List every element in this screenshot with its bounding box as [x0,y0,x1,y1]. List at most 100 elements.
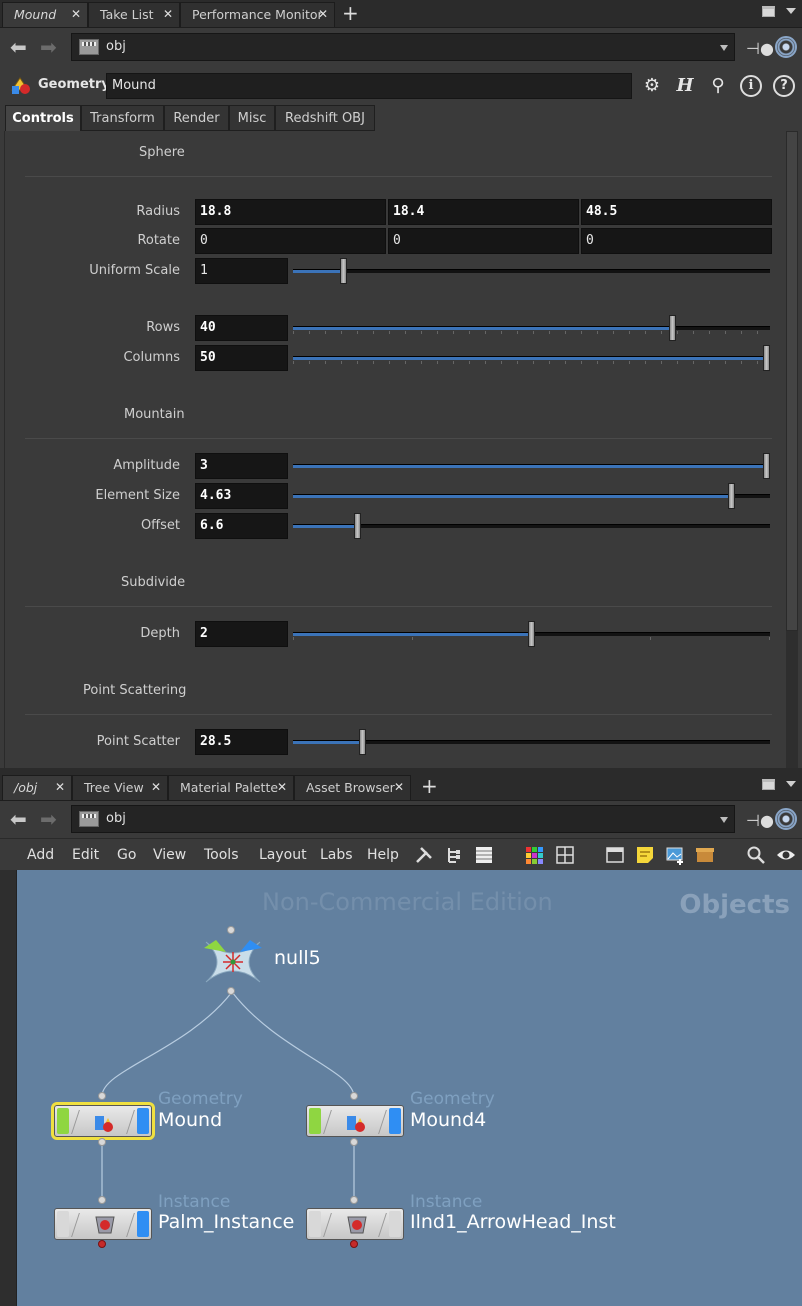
slider-handle[interactable] [728,483,735,509]
maximize-icon[interactable] [762,6,775,17]
maximize-icon[interactable] [762,779,775,790]
output-port[interactable] [350,1138,358,1146]
help-icon[interactable]: ? [773,75,795,97]
path-field[interactable]: obj [71,33,735,61]
slider-handle[interactable] [340,258,347,284]
tab-controls[interactable]: Controls [5,105,81,131]
chevron-down-icon[interactable] [720,817,728,823]
rows-slider[interactable] [293,315,770,341]
rotate-y-field[interactable]: 0 [388,228,579,254]
help-h-icon[interactable]: H [674,75,696,97]
bypass-flag[interactable] [309,1211,321,1237]
pane-menu-icon[interactable] [786,8,796,14]
amplitude-slider[interactable] [293,453,770,479]
output-port[interactable] [98,1138,106,1146]
node-label-arrowhead-inst[interactable]: Ilnd1_ArrowHead_Inst [410,1211,616,1233]
tab-asset-browser[interactable]: Asset Browser ✕ [294,775,411,800]
slider-handle[interactable] [359,729,366,755]
menu-layout[interactable]: Layout [259,847,307,863]
node-label-palm-instance[interactable]: Palm_Instance [158,1211,294,1233]
menu-edit[interactable]: Edit [72,847,99,863]
display-flag[interactable] [389,1108,401,1134]
list-icon[interactable] [474,845,494,865]
eye-icon[interactable] [776,845,796,865]
window-icon[interactable] [605,845,625,865]
tab-mound[interactable]: Mound ✕ [2,2,88,27]
close-icon[interactable]: ✕ [55,780,65,794]
rows-field[interactable]: 40 [195,315,288,341]
grid-layout-icon[interactable] [555,845,575,865]
input-port[interactable] [98,1196,106,1204]
forward-arrow-icon[interactable]: ➡ [40,37,57,57]
slider-handle[interactable] [763,453,770,479]
output-port[interactable] [350,1240,358,1248]
slider-handle[interactable] [763,345,770,371]
tab-tree-view[interactable]: Tree View ✕ [72,775,168,800]
section-subdivide[interactable]: Subdivide [121,575,185,590]
radius-z-field[interactable]: 48.5 [581,199,772,225]
back-arrow-icon[interactable]: ⬅ [10,809,27,829]
box-icon[interactable] [695,845,715,865]
node-label-mound[interactable]: Mound [158,1109,222,1131]
tab-material-palette[interactable]: Material Palette ✕ [168,775,294,800]
tab-take-list[interactable]: Take List ✕ [88,2,180,27]
chevron-down-icon[interactable] [720,45,728,51]
section-mountain[interactable]: Mountain [124,407,185,422]
tab-transform[interactable]: Transform [81,105,164,131]
image-add-icon[interactable] [665,845,685,865]
depth-field[interactable]: 2 [195,621,288,647]
network-view[interactable]: Non-Commercial Edition Objects null5 Geo… [17,870,802,1306]
tab-obj[interactable]: /obj ✕ [2,775,72,800]
gear-icon[interactable]: ⚙ [641,75,663,97]
display-flag[interactable] [389,1211,401,1237]
search-icon[interactable]: ⚲ [707,75,729,97]
input-port[interactable] [350,1092,358,1100]
bypass-flag[interactable] [57,1211,69,1237]
slider-handle[interactable] [528,621,535,647]
close-icon[interactable]: ✕ [151,780,161,794]
section-point-scattering[interactable]: Point Scattering [83,683,186,698]
uniform-scale-field[interactable]: 1 [195,258,288,284]
node-arrowhead-inst[interactable] [306,1208,404,1240]
back-arrow-icon[interactable]: ⬅ [10,37,27,57]
node-null5[interactable] [198,926,268,995]
display-flag[interactable] [137,1211,149,1237]
menu-view[interactable]: View [153,847,186,863]
search-icon[interactable] [746,845,766,865]
slider-handle[interactable] [354,513,361,539]
columns-field[interactable]: 50 [195,345,288,371]
node-mound[interactable] [51,1102,155,1140]
element-size-field[interactable]: 4.63 [195,483,288,509]
tab-performance-monitor[interactable]: Performance Monitor ✕ [180,2,335,27]
point-scatter-slider[interactable] [293,729,770,755]
tab-render[interactable]: Render [164,105,229,131]
node-palm-instance[interactable] [54,1208,152,1240]
element-size-slider[interactable] [293,483,770,509]
node-name-field[interactable]: Mound [106,73,632,99]
forward-arrow-icon[interactable]: ➡ [40,809,57,829]
tab-misc[interactable]: Misc [229,105,275,131]
close-icon[interactable]: ✕ [394,780,404,794]
tree-icon[interactable] [444,845,464,865]
input-port[interactable] [227,926,235,934]
pin-icon[interactable]: ⊣● [746,39,774,58]
color-grid-icon[interactable] [524,845,544,865]
offset-slider[interactable] [293,513,770,539]
add-tab-icon[interactable]: + [421,775,438,797]
link-target-icon[interactable] [775,36,797,58]
close-icon[interactable]: ✕ [163,7,173,21]
wrench-icon[interactable] [414,845,434,865]
close-icon[interactable]: ✕ [277,780,287,794]
offset-field[interactable]: 6.6 [195,513,288,539]
pin-icon[interactable]: ⊣● [746,811,774,830]
node-label-mound4[interactable]: Mound4 [410,1109,486,1131]
menu-add[interactable]: Add [27,847,54,863]
display-flag[interactable] [137,1108,149,1134]
rotate-x-field[interactable]: 0 [195,228,386,254]
rotate-z-field[interactable]: 0 [581,228,772,254]
menu-labs[interactable]: Labs [320,847,353,863]
node-label-null5[interactable]: null5 [274,947,321,969]
point-scatter-field[interactable]: 28.5 [195,729,288,755]
radius-x-field[interactable]: 18.8 [195,199,386,225]
scrollbar-thumb[interactable] [786,131,798,631]
